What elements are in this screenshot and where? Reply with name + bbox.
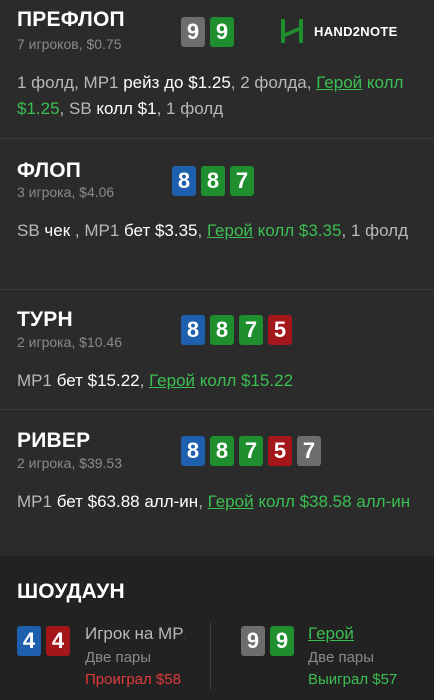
action-text: бет $15.22 <box>56 371 140 390</box>
action-text: MP1 <box>17 492 57 511</box>
action-text: , 1 фолд <box>156 99 224 118</box>
turn-cards: 8 8 7 5 <box>181 315 292 345</box>
card: 4 <box>46 626 70 656</box>
river-section: РИВЕР 2 игрока, $39.53 8 8 7 5 7 MP1 бет… <box>0 409 434 556</box>
showdown-section: ШОУДАУН 4 4 Игрок на MP1 Две пары Проигр… <box>0 556 434 700</box>
action-text: SB <box>17 221 45 240</box>
action-text: бет $3.35 <box>124 221 198 240</box>
action-text: MP1 <box>17 371 57 390</box>
flop-subtitle: 3 игрока, $4.06 <box>17 184 115 200</box>
villain-cards: 4 4 <box>17 626 70 656</box>
card: 9 <box>270 626 294 656</box>
villain-result: Проиграл $58 <box>85 671 181 688</box>
villain-name: Игрок на MP1 <box>85 624 185 643</box>
card: 7 <box>239 436 263 466</box>
card: 8 <box>181 315 205 345</box>
turn-actions: MP1 бет $15.22, Герой колл $15.22 <box>17 368 417 394</box>
preflop-title: ПРЕФЛОП <box>17 8 125 31</box>
turn-subtitle: 2 игрока, $10.46 <box>17 334 122 350</box>
card: 7 <box>297 436 321 466</box>
river-title: РИВЕР <box>17 429 91 452</box>
action-text: бет $63.88 алл-ин <box>56 492 199 511</box>
hero-name[interactable]: Герой <box>308 624 434 644</box>
action-text: , 2 фолда, <box>230 73 317 92</box>
card: 8 <box>181 436 205 466</box>
river-actions: MP1 бет $63.88 алл-ин, Герой колл $38.58… <box>17 489 417 515</box>
hero-result: Выиграл $57 <box>308 671 398 688</box>
hero-link[interactable]: Герой <box>208 492 254 511</box>
action-text: , <box>198 492 208 511</box>
hero-link[interactable]: Герой <box>316 73 362 92</box>
card: 4 <box>17 626 41 656</box>
card: 5 <box>268 315 292 345</box>
hero-link[interactable]: Герой <box>149 371 195 390</box>
action-text: колл $1 <box>96 99 157 118</box>
turn-section: ТУРН 2 игрока, $10.46 8 8 7 5 MP1 бет $1… <box>0 289 434 410</box>
card: 7 <box>239 315 263 345</box>
card: 9 <box>181 17 205 47</box>
hero-action-text: колл $15.22 <box>195 371 294 390</box>
card: 8 <box>172 166 196 196</box>
hero-link[interactable]: Герой <box>207 221 253 240</box>
flop-section: ФЛОП 3 игрока, $4.06 8 8 7 SB чек , MP1 … <box>0 138 434 290</box>
action-text: , <box>139 371 150 390</box>
action-text: 1 фолд, MP1 <box>17 73 124 92</box>
action-text: , SB <box>59 99 97 118</box>
action-text: рейз до $1.25 <box>123 73 231 92</box>
flop-cards: 8 8 7 <box>172 166 254 196</box>
hero-hand: Две пары <box>308 649 375 666</box>
flop-actions: SB чек , MP1 бет $3.35, Герой колл $3.35… <box>17 218 417 244</box>
hand2note-logo-text: HAND2NOTE <box>314 23 398 39</box>
action-text: , MP1 <box>70 221 125 240</box>
action-text: чек <box>44 221 71 240</box>
hand2note-logo-icon <box>281 19 303 43</box>
card: 5 <box>268 436 292 466</box>
card: 8 <box>210 315 234 345</box>
card: 7 <box>230 166 254 196</box>
card: 9 <box>241 626 265 656</box>
hero-action-text: колл $38.58 алл-ин <box>253 492 411 511</box>
preflop-section: ПРЕФЛОП 7 игроков, $0.75 9 9 HAND2NOTE 1… <box>0 0 434 139</box>
card: 8 <box>201 166 225 196</box>
action-text: , 1 фолд <box>341 221 408 240</box>
hero-cards: 9 9 <box>241 626 294 656</box>
river-cards: 8 8 7 5 7 <box>181 436 321 466</box>
preflop-actions: 1 фолд, MP1 рейз до $1.25, 2 фолда, Геро… <box>17 70 417 122</box>
card: 8 <box>210 436 234 466</box>
flop-title: ФЛОП <box>17 159 82 182</box>
hero-action-text: колл $3.35 <box>252 221 342 240</box>
river-subtitle: 2 игрока, $39.53 <box>17 455 122 471</box>
showdown-title: ШОУДАУН <box>17 580 125 603</box>
card: 9 <box>210 17 234 47</box>
preflop-cards: 9 9 <box>181 17 234 47</box>
action-text: , <box>197 221 207 240</box>
turn-title: ТУРН <box>17 308 73 331</box>
preflop-subtitle: 7 игроков, $0.75 <box>17 36 122 52</box>
hand2note-logo: HAND2NOTE <box>278 17 398 45</box>
showdown-divider <box>210 622 211 690</box>
villain-hand: Две пары <box>85 649 152 666</box>
